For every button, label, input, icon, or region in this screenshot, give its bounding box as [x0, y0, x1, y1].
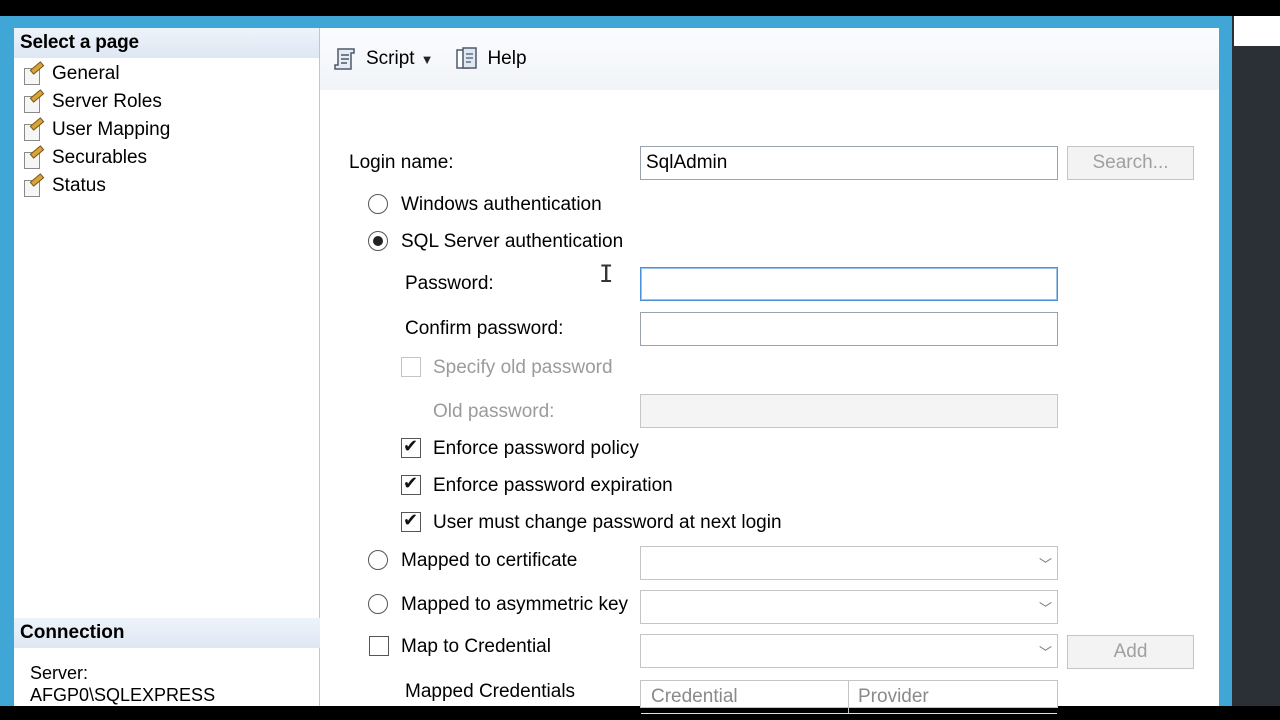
credential-select[interactable]: ﹀: [640, 634, 1058, 668]
select-page-header: Select a page: [14, 28, 319, 58]
chevron-down-icon: ﹀: [1039, 601, 1053, 616]
properties-page-icon: [22, 173, 45, 197]
connection-header: Connection: [14, 618, 325, 648]
old-password-input[interactable]: [640, 394, 1058, 428]
old-password-label: Old password:: [433, 401, 555, 422]
chevron-down-icon[interactable]: ▼: [421, 52, 434, 67]
mapped-credentials-grid[interactable]: Credential Provider: [640, 680, 1058, 714]
page-item-label: Securables: [52, 147, 148, 168]
page-list: General Server Roles User Mapping Secura…: [14, 60, 319, 200]
page-item-label: User Mapping: [52, 119, 171, 140]
sql-auth-radio[interactable]: [368, 231, 388, 251]
confirm-password-input[interactable]: [640, 312, 1058, 346]
page-item-label: Server Roles: [52, 91, 162, 112]
specify-old-password-checkbox[interactable]: [401, 357, 421, 377]
toolbar: Script ▼ Help: [320, 28, 1219, 91]
general-page-content: Login name: Search... Windows authentica…: [320, 90, 1219, 714]
windows-auth-radio[interactable]: [368, 194, 388, 214]
enforce-expiration-label: Enforce password expiration: [433, 475, 673, 496]
connection-info: Server: AFGP0\SQLEXPRESS: [30, 662, 215, 706]
add-credential-button[interactable]: Add: [1067, 635, 1194, 669]
map-credential-label: Map to Credential: [401, 636, 551, 657]
page-item-label: General: [52, 63, 120, 84]
enforce-expiration-checkbox[interactable]: [401, 473, 421, 495]
chevron-down-icon: ﹀: [1039, 557, 1053, 572]
text-cursor-icon: I: [599, 260, 614, 288]
mapped-credentials-label: Mapped Credentials: [405, 681, 576, 702]
server-label: Server:: [30, 663, 89, 683]
mapped-asymmetric-key-radio[interactable]: [368, 594, 388, 614]
provider-column-header[interactable]: Provider: [848, 681, 1058, 713]
must-change-checkbox[interactable]: [401, 510, 421, 532]
script-icon: [332, 45, 360, 73]
asymmetric-key-select[interactable]: ﹀: [640, 590, 1058, 624]
login-name-input[interactable]: [640, 146, 1058, 180]
mapped-certificate-label: Mapped to certificate: [401, 550, 578, 571]
help-button[interactable]: Help: [453, 45, 527, 73]
properties-page-icon: [22, 89, 45, 113]
properties-page-icon: [22, 61, 45, 85]
help-icon: [453, 45, 481, 73]
enforce-policy-label: Enforce password policy: [433, 438, 639, 459]
windows-auth-label: Windows authentication: [401, 194, 602, 215]
properties-page-icon: [22, 145, 45, 169]
chevron-down-icon: ﹀: [1039, 645, 1053, 660]
mapped-certificate-radio[interactable]: [368, 550, 388, 570]
certificate-select[interactable]: ﹀: [640, 546, 1058, 580]
page-item-label: Status: [52, 175, 106, 196]
script-button[interactable]: Script ▼: [332, 45, 443, 73]
specify-old-password-label: Specify old password: [433, 357, 613, 378]
page-item-securables[interactable]: Securables: [14, 144, 319, 172]
page-item-user-mapping[interactable]: User Mapping: [14, 116, 319, 144]
password-input[interactable]: [640, 267, 1058, 301]
login-properties-dialog: Select a page General Server Roles User …: [14, 28, 1219, 714]
map-credential-checkbox[interactable]: [369, 636, 389, 656]
script-label: Script: [366, 48, 415, 69]
login-name-label: Login name:: [349, 152, 454, 173]
enforce-policy-checkbox[interactable]: [401, 436, 421, 458]
page-item-general[interactable]: General: [14, 60, 319, 88]
search-button[interactable]: Search...: [1067, 146, 1194, 180]
mapped-asymmetric-key-label: Mapped to asymmetric key: [401, 594, 629, 615]
sql-auth-label: SQL Server authentication: [401, 231, 624, 252]
screen-bottom-edge: [0, 706, 1280, 720]
help-label: Help: [487, 48, 527, 69]
page-item-status[interactable]: Status: [14, 172, 319, 200]
background-desktop: [1232, 16, 1280, 706]
password-label: Password:: [405, 273, 494, 294]
must-change-label: User must change password at next login: [433, 512, 782, 533]
left-panel: Select a page General Server Roles User …: [14, 28, 325, 706]
properties-page-icon: [22, 117, 45, 141]
credential-column-header[interactable]: Credential: [641, 681, 848, 713]
server-value: AFGP0\SQLEXPRESS: [30, 685, 216, 705]
confirm-password-label: Confirm password:: [405, 318, 564, 339]
right-panel: Script ▼ Help Login name: Search...: [320, 28, 1219, 714]
page-item-server-roles[interactable]: Server Roles: [14, 88, 319, 116]
